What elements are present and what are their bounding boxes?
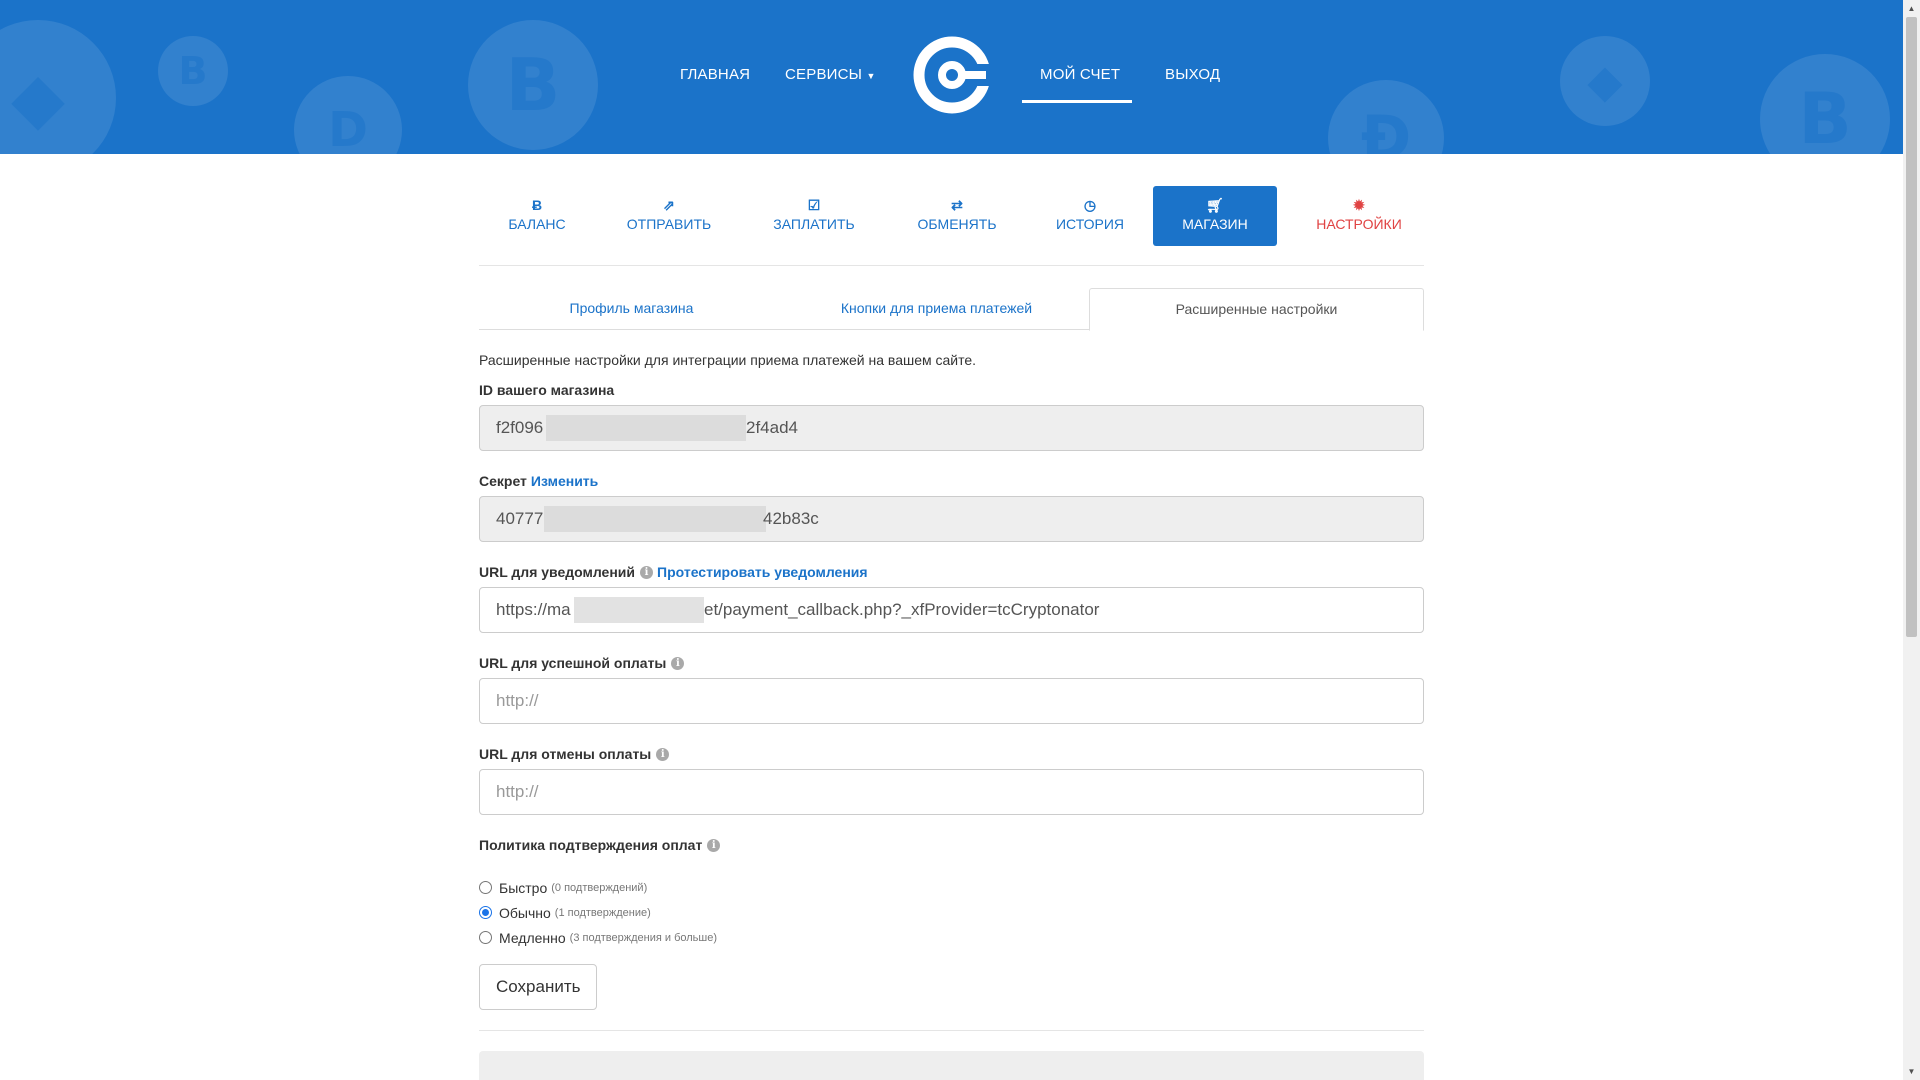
- tab-exchange-label: ОБМЕНЯТЬ: [917, 216, 997, 232]
- info-icon[interactable]: i: [640, 565, 654, 579]
- tab-settings[interactable]: ✹ НАСТРОЙКИ: [1299, 186, 1419, 246]
- tab-history[interactable]: ◷ ИСТОРИЯ: [1035, 186, 1145, 246]
- tab-exchange[interactable]: ⇄ ОБМЕНЯТЬ: [897, 186, 1017, 246]
- option-hint: (1 подтверждение): [554, 906, 651, 919]
- scroll-down-arrow-icon[interactable]: ▼: [1903, 1063, 1920, 1080]
- main-nav: ГЛАВНАЯ СЕРВИСЫ ▼ МОЙ СЧЕТ ВЫХОД: [0, 0, 1903, 154]
- option-label: Медленно: [499, 929, 566, 946]
- policy-option-slow[interactable]: Медленно (3 подтверждения и больше): [479, 925, 1424, 950]
- main-content: Ƀ БАЛАНС ⇗ ОТПРАВИТЬ ☑ ЗАПЛАТИТЬ ⇄ ОБМЕН…: [479, 154, 1424, 1080]
- redacted-block: [574, 597, 704, 623]
- success-url-field[interactable]: [479, 678, 1424, 724]
- tab-history-label: ИСТОРИЯ: [1055, 216, 1125, 232]
- exchange-icon: ⇄: [951, 197, 963, 213]
- subtab-advanced-settings[interactable]: Расширенные настройки: [1089, 288, 1424, 331]
- tab-send[interactable]: ⇗ ОТПРАВИТЬ: [608, 186, 730, 246]
- shop-id-label-text: ID вашего магазина: [479, 382, 615, 398]
- tab-balance[interactable]: Ƀ БАЛАНС: [479, 186, 595, 246]
- divider: [479, 1030, 1424, 1031]
- check-icon: ☑: [807, 197, 821, 213]
- scrollbar[interactable]: ▲ ▼: [1903, 0, 1920, 1080]
- gear-icon: ✹: [1353, 197, 1365, 213]
- change-secret-link[interactable]: Изменить: [531, 473, 598, 489]
- cancel-url-field[interactable]: [479, 769, 1424, 815]
- option-label: Быстро: [499, 879, 548, 896]
- success-url-input[interactable]: [496, 679, 1407, 723]
- policy-option-normal[interactable]: Обычно (1 подтверждение): [479, 900, 1424, 925]
- clock-icon: ◷: [1083, 197, 1097, 213]
- info-icon[interactable]: i: [707, 838, 721, 852]
- secret-label-text: Секрет: [479, 473, 527, 489]
- cancel-url-input[interactable]: [496, 770, 1407, 814]
- scroll-up-arrow-icon[interactable]: ▲: [1903, 0, 1920, 17]
- shop-id-label: ID вашего магазина: [479, 382, 1424, 398]
- caret-down-icon: ▼: [866, 71, 876, 81]
- account-tabs: Ƀ БАЛАНС ⇗ ОТПРАВИТЬ ☑ ЗАПЛАТИТЬ ⇄ ОБМЕН…: [479, 154, 1424, 266]
- policy-label: Политика подтверждения оплат i: [479, 837, 1424, 853]
- shop-subtabs: Профиль магазина Кнопки для приема плате…: [479, 288, 1424, 331]
- policy-option-fast[interactable]: Быстро (0 подтверждений): [479, 875, 1424, 900]
- info-icon[interactable]: i: [671, 656, 685, 670]
- scroll-thumb[interactable]: [1906, 17, 1917, 637]
- radio-button-checked[interactable]: [479, 906, 492, 919]
- secret-field[interactable]: 40777 42b83c: [479, 496, 1424, 542]
- nav-logout-link[interactable]: ВЫХОД: [1165, 66, 1220, 83]
- bitcoin-icon: Ƀ: [531, 197, 543, 213]
- notify-url-label: URL для уведомлений i Протестировать уве…: [479, 564, 1424, 580]
- tab-pay-label: ЗАПЛАТИТЬ: [773, 216, 855, 232]
- notify-url-label-text: URL для уведомлений: [479, 564, 636, 580]
- notify-url-value-end: et/payment_callback.php?_xfProvider=tcCr…: [704, 600, 1100, 619]
- notify-url-value-start: https://ma: [496, 600, 571, 619]
- shop-id-field[interactable]: f2f096 2f4ad4: [479, 405, 1424, 451]
- radio-button[interactable]: [479, 931, 492, 944]
- save-button[interactable]: Сохранить: [479, 964, 598, 1010]
- success-url-label-text: URL для успешной оплаты: [479, 655, 667, 671]
- secret-label: Секрет Изменить: [479, 473, 1424, 489]
- cart-icon: 🛒︎: [1206, 197, 1224, 213]
- subtab-payment-buttons[interactable]: Кнопки для приема платежей: [784, 288, 1089, 330]
- nav-services-dropdown[interactable]: СЕРВИСЫ ▼: [785, 66, 876, 83]
- shop-id-value-end: 2f4ad4: [746, 418, 798, 437]
- tab-pay[interactable]: ☑ ЗАПЛАТИТЬ: [749, 186, 879, 246]
- nav-home-link[interactable]: ГЛАВНАЯ: [680, 66, 750, 83]
- code-panel: [479, 1051, 1424, 1080]
- info-icon[interactable]: i: [656, 747, 670, 761]
- notify-url-field[interactable]: https://ma et/payment_callback.php?_xfPr…: [479, 587, 1424, 633]
- page-description: Расширенные настройки для интеграции при…: [479, 352, 977, 368]
- success-url-label: URL для успешной оплаты i: [479, 655, 1424, 671]
- cancel-url-label: URL для отмены оплаты i: [479, 746, 1424, 762]
- send-icon: ⇗: [663, 197, 675, 213]
- nav-services-label: СЕРВИСЫ: [785, 66, 863, 83]
- cancel-url-label-text: URL для отмены оплаты: [479, 746, 652, 762]
- subtab-shop-profile[interactable]: Профиль магазина: [479, 288, 784, 330]
- header: ◆ B D B Đ ◆ B ГЛАВНАЯ СЕРВИСЫ ▼ МОЙ СЧЕТ…: [0, 0, 1903, 154]
- redacted-block: [544, 506, 766, 532]
- option-hint: (3 подтверждения и больше): [569, 931, 718, 944]
- option-label: Обычно: [499, 904, 551, 921]
- tab-shop-label: МАГАЗИН: [1182, 216, 1248, 232]
- nav-account-link[interactable]: МОЙ СЧЕТ: [1040, 66, 1120, 83]
- radio-button[interactable]: [479, 881, 492, 894]
- shop-id-value-start: f2f096: [496, 418, 544, 437]
- policy-label-text: Политика подтверждения оплат: [479, 837, 703, 853]
- tab-settings-label: НАСТРОЙКИ: [1316, 216, 1402, 232]
- secret-value-start: 40777: [496, 509, 544, 528]
- policy-radio-group: Быстро (0 подтверждений) Обычно (1 подтв…: [479, 875, 1424, 950]
- redacted-block: [546, 415, 746, 441]
- cryptonator-logo[interactable]: [912, 34, 992, 116]
- secret-value-end: 42b83c: [763, 509, 819, 528]
- test-notifications-link[interactable]: Протестировать уведомления: [657, 564, 868, 580]
- tab-shop[interactable]: 🛒︎ МАГАЗИН: [1153, 186, 1277, 246]
- tab-balance-label: БАЛАНС: [508, 216, 566, 232]
- option-hint: (0 подтверждений): [551, 881, 648, 894]
- active-nav-underline: [1022, 100, 1132, 103]
- tab-send-label: ОТПРАВИТЬ: [626, 216, 712, 232]
